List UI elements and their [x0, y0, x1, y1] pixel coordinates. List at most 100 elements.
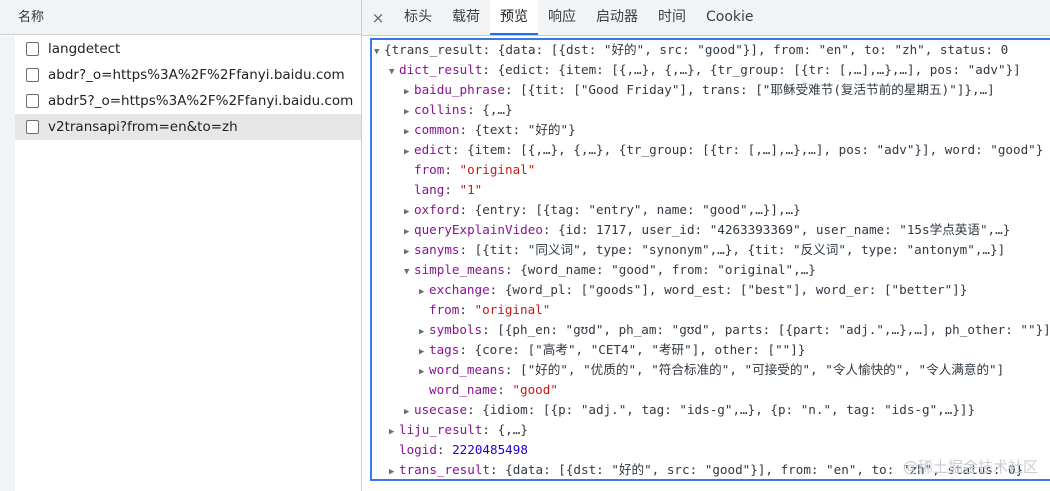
json-tree-line[interactable]: ▶ exchange: {word_pl: ["goods"], word_est…	[372, 280, 1050, 300]
tab-headers[interactable]: 标头	[394, 0, 442, 35]
json-value: [{ph_en: "gʊd", ph_am: "gʊd", parts: [{p…	[497, 322, 1050, 337]
collapsed-triangle-icon[interactable]: ▶	[419, 342, 429, 362]
list-gutter	[0, 36, 15, 491]
json-key: simple_means	[414, 262, 505, 277]
json-tree-line[interactable]: ▶ edict: {item: [{,…}, {,…}, {tr_group: […	[372, 140, 1050, 160]
json-tree-line: from: "original"	[429, 302, 551, 317]
json-value: ["好的", "优质的", "符合标准的", "可接受的", "令人愉快的", …	[520, 362, 1005, 377]
json-key: exchange	[429, 282, 490, 297]
collapsed-triangle-icon[interactable]: ▶	[404, 202, 414, 222]
request-label: abdr?_o=https%3A%2F%2Ffanyi.baidu.com	[48, 67, 345, 83]
json-tree-line[interactable]: ▶ word_means: ["好的", "优质的", "符合标准的", "可接受…	[372, 360, 1050, 380]
json-key: liju_result	[399, 422, 483, 437]
json-value: {edict: {item: [{,…}, {,…}, {tr_group: […	[497, 62, 1021, 77]
json-value: {text: "好的"}	[474, 122, 576, 137]
json-tree-line[interactable]: ▼ dict_result: {edict: {item: [{,…}, {,…}…	[372, 60, 1050, 80]
request-checkbox-icon	[26, 42, 39, 56]
json-key: dict_result	[399, 62, 483, 77]
details-panel: × 标头 载荷 预览 响应 启动器 时间 Cookie ▼ {trans_resu…	[362, 0, 1050, 491]
tab-cookies[interactable]: Cookie	[696, 0, 764, 35]
request-label: abdr5?_o=https%3A%2F%2Ffanyi.baidu.com	[48, 93, 354, 109]
json-value: "1"	[459, 182, 483, 197]
json-value: {trans_result: {data: [{dst: "好的", src: …	[384, 42, 1009, 57]
json-key: usecase	[414, 402, 468, 417]
collapsed-triangle-icon[interactable]: ▶	[419, 282, 429, 302]
json-key: from	[414, 162, 445, 177]
request-row-langdetect[interactable]: langdetect	[15, 36, 361, 62]
json-key: baidu_phrase	[414, 82, 505, 97]
tab-payload[interactable]: 载荷	[442, 0, 490, 35]
collapsed-triangle-icon[interactable]: ▶	[404, 402, 414, 422]
json-value: [{tit: "同义词", type: "synonym",…}, {tit: …	[474, 242, 1006, 257]
json-preview-tree: ▼ {trans_result: {data: [{dst: "好的", src:…	[370, 38, 1050, 481]
collapsed-triangle-icon[interactable]: ▶	[404, 82, 414, 102]
json-value: {word_pl: ["goods"], word_est: ["best"],…	[504, 282, 968, 297]
json-tree-line[interactable]: ▶ queryExplainVideo: {id: 1717, user_id: …	[372, 220, 1050, 240]
collapsed-triangle-icon[interactable]: ▶	[389, 462, 399, 479]
request-list: langdetect abdr?_o=https%3A%2F%2Ffanyi.b…	[15, 36, 361, 140]
json-tree-line[interactable]: ▼ simple_means: {word_name: "good", from:…	[372, 260, 1050, 280]
json-key: common	[414, 122, 460, 137]
json-tree-line[interactable]: ▶ sanyms: [{tit: "同义词", type: "synonym",……	[372, 240, 1050, 260]
request-label: v2transapi?from=en&to=zh	[48, 119, 238, 135]
tab-response[interactable]: 响应	[538, 0, 586, 35]
close-icon[interactable]: ×	[362, 9, 394, 27]
expanded-triangle-icon[interactable]: ▼	[389, 62, 399, 82]
json-value: {,…}	[482, 102, 513, 117]
json-key: symbols	[429, 322, 483, 337]
json-tree-line[interactable]: ▶ tags: {core: ["高考", "CET4", "考研"], othe…	[372, 340, 1050, 360]
json-tree-line[interactable]: ▼ {trans_result: {data: [{dst: "好的", src:…	[372, 40, 1050, 60]
request-row-v2transapi[interactable]: v2transapi?from=en&to=zh	[15, 114, 361, 140]
json-value: "original"	[474, 302, 551, 317]
json-value: {entry: [{tag: "entry", name: "good",…}]…	[474, 202, 801, 217]
json-value: "good"	[512, 382, 558, 397]
json-key: trans_result	[399, 462, 490, 477]
request-row-abdr[interactable]: abdr?_o=https%3A%2F%2Ffanyi.baidu.com	[15, 62, 361, 88]
collapsed-triangle-icon[interactable]: ▶	[419, 362, 429, 382]
collapsed-triangle-icon[interactable]: ▶	[389, 422, 399, 442]
json-tree-line: lang: "1"	[414, 182, 483, 197]
json-tree-line[interactable]: ▶ usecase: {idiom: [{p: "adj.", tag: "ids…	[372, 400, 1050, 420]
json-tree-line[interactable]: ▶ liju_result: {,…}	[372, 420, 1050, 440]
request-checkbox-icon	[26, 120, 39, 134]
json-tree-line[interactable]: ▶ common: {text: "好的"}	[372, 120, 1050, 140]
json-key: word_means	[429, 362, 505, 377]
json-tree-line[interactable]: ▶ symbols: [{ph_en: "gʊd", ph_am: "gʊd", …	[372, 320, 1050, 340]
json-value: 2220485498	[452, 442, 528, 457]
json-tree-line[interactable]: ▶ baidu_phrase: [{tit: ["Good Friday"], t…	[372, 80, 1050, 100]
tab-timing[interactable]: 时间	[648, 0, 696, 35]
json-key: collins	[414, 102, 468, 117]
json-key: sanyms	[414, 242, 460, 257]
request-label: langdetect	[48, 41, 121, 57]
json-key: tags	[429, 342, 460, 357]
json-key: edict	[414, 142, 452, 157]
json-value: "original"	[459, 162, 536, 177]
collapsed-triangle-icon[interactable]: ▶	[404, 122, 414, 142]
json-key: queryExplainVideo	[414, 222, 543, 237]
json-key: from	[429, 302, 460, 317]
collapsed-triangle-icon[interactable]: ▶	[419, 322, 429, 342]
json-tree-line[interactable]: ▶ collins: {,…}	[372, 100, 1050, 120]
json-tree-line[interactable]: ▶ oxford: {entry: [{tag: "entry", name: "…	[372, 200, 1050, 220]
collapsed-triangle-icon[interactable]: ▶	[404, 242, 414, 262]
json-key: word_name	[429, 382, 498, 397]
request-checkbox-icon	[26, 94, 39, 108]
watermark: @稀土掘金技术社区	[902, 458, 1038, 476]
json-key: oxford	[414, 202, 460, 217]
json-key: lang	[414, 182, 445, 197]
expanded-triangle-icon[interactable]: ▼	[374, 42, 384, 62]
json-value: [{tit: ["Good Friday"], trans: ["耶稣受难节(复…	[520, 82, 995, 97]
request-checkbox-icon	[26, 68, 39, 82]
collapsed-triangle-icon[interactable]: ▶	[404, 102, 414, 122]
collapsed-triangle-icon[interactable]: ▶	[404, 222, 414, 242]
name-column-header[interactable]: 名称	[0, 0, 361, 35]
json-key: logid	[399, 442, 437, 457]
details-tab-bar: × 标头 载荷 预览 响应 启动器 时间 Cookie	[362, 0, 1050, 36]
expanded-triangle-icon[interactable]: ▼	[404, 262, 414, 282]
request-list-panel: 名称 langdetect abdr?_o=https%3A%2F%2Ffany…	[0, 0, 362, 491]
collapsed-triangle-icon[interactable]: ▶	[404, 142, 414, 162]
request-row-abdr5[interactable]: abdr5?_o=https%3A%2F%2Ffanyi.baidu.com	[15, 88, 361, 114]
tab-preview[interactable]: 预览	[490, 0, 538, 35]
json-value: {idiom: [{p: "adj.", tag: "ids-g",…}, {p…	[482, 402, 976, 417]
tab-initiator[interactable]: 启动器	[586, 0, 648, 35]
